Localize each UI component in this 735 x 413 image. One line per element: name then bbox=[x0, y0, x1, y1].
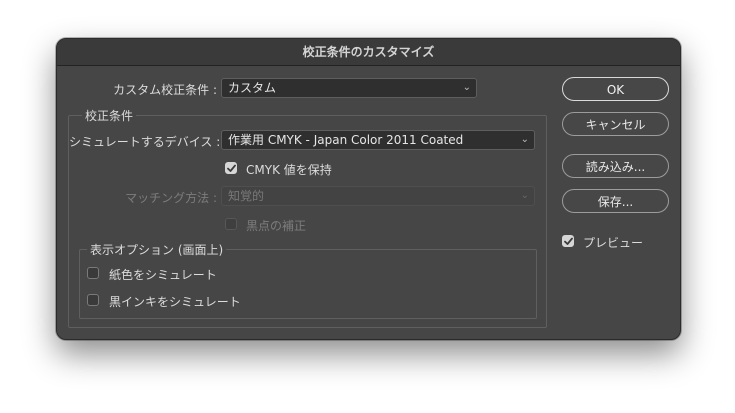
device-label: シミュレートするデバイス : bbox=[69, 135, 221, 149]
chevron-down-icon: ⌄ bbox=[520, 190, 529, 201]
customize-proof-dialog: 校正条件のカスタマイズ カスタム校正条件 : カスタム ⌄ 校正条件 シミュレー… bbox=[56, 38, 681, 340]
preset-label: カスタム校正条件 : bbox=[113, 83, 217, 97]
preset-select[interactable]: カスタム ⌄ bbox=[221, 78, 477, 98]
preserve-cmyk-label: CMYK 値を保持 bbox=[246, 163, 332, 177]
preset-value: カスタム bbox=[228, 81, 277, 95]
display-options-title: 表示オプション (画面上) bbox=[87, 241, 227, 258]
preserve-cmyk-checkbox[interactable] bbox=[225, 162, 237, 174]
simulate-paper-label: 紙色をシミュレート bbox=[109, 268, 217, 282]
black-point-checkbox[interactable] bbox=[225, 218, 237, 230]
checkmark-icon bbox=[564, 237, 573, 245]
chevron-down-icon: ⌄ bbox=[520, 134, 529, 145]
ok-button[interactable]: OK bbox=[562, 77, 669, 101]
cancel-button[interactable]: キャンセル bbox=[562, 112, 669, 136]
save-button[interactable]: 保存... bbox=[562, 189, 669, 213]
simulate-ink-label: 黒インキをシミュレート bbox=[109, 295, 241, 309]
preview-label: プレビュー bbox=[583, 236, 644, 250]
intent-select[interactable]: 知覚的 ⌄ bbox=[221, 186, 535, 206]
device-value: 作業用 CMYK - Japan Color 2011 Coated bbox=[228, 133, 464, 147]
black-point-label: 黒点の補正 bbox=[246, 219, 307, 233]
intent-value: 知覚的 bbox=[228, 189, 265, 203]
intent-label: マッチング方法 : bbox=[125, 191, 217, 205]
proof-conditions-title: 校正条件 bbox=[82, 107, 137, 124]
load-button[interactable]: 読み込み... bbox=[562, 154, 669, 178]
dialog-title: 校正条件のカスタマイズ bbox=[57, 39, 680, 66]
chevron-down-icon: ⌄ bbox=[462, 82, 471, 93]
simulate-ink-checkbox[interactable] bbox=[87, 294, 99, 306]
simulate-paper-checkbox[interactable] bbox=[87, 267, 99, 279]
checkmark-icon bbox=[227, 164, 236, 172]
device-select[interactable]: 作業用 CMYK - Japan Color 2011 Coated ⌄ bbox=[221, 130, 535, 150]
preview-checkbox[interactable] bbox=[562, 235, 574, 247]
